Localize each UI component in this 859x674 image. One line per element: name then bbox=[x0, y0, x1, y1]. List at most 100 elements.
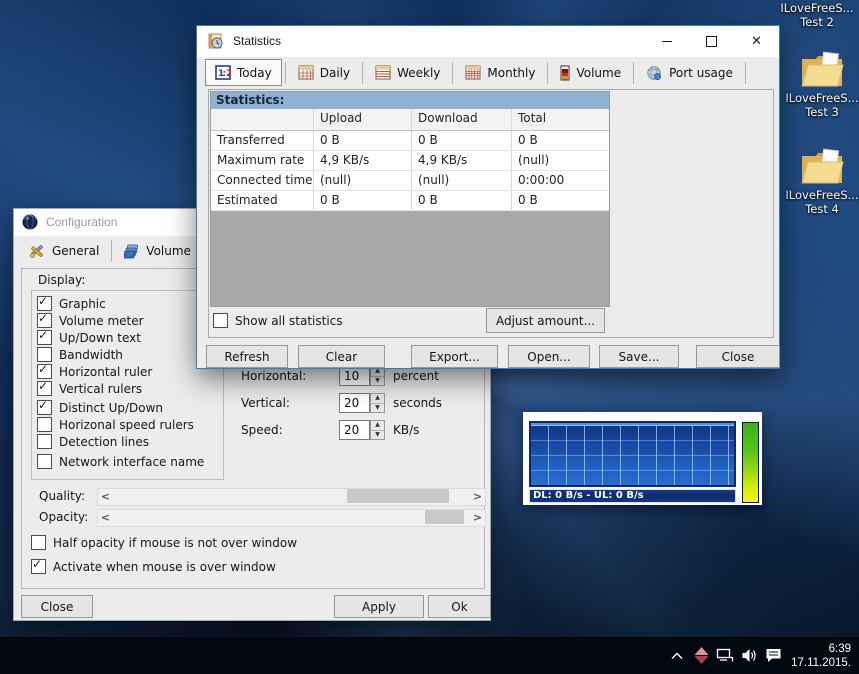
clock-time: 6:39 bbox=[791, 642, 851, 656]
vertical-value[interactable]: 20 bbox=[339, 393, 370, 413]
tab-volume[interactable]: Volume bbox=[551, 60, 630, 85]
checkbox-detection-lines[interactable]: Detection lines bbox=[37, 434, 149, 449]
tab-daily[interactable]: Daily bbox=[289, 60, 359, 85]
system-tray: 6:39 17.11.2015. bbox=[665, 637, 859, 674]
checkbox-show-all-statistics[interactable]: Show all statistics bbox=[213, 313, 343, 328]
checkbox-activate-on-hover[interactable]: Activate when mouse is over window bbox=[31, 559, 276, 574]
checkbox[interactable] bbox=[37, 417, 52, 432]
desktop-icon-test3[interactable]: ILoveFreeS...Test 3 bbox=[777, 50, 859, 119]
checkbox-distinct-updown[interactable]: Distinct Up/Down bbox=[37, 400, 163, 415]
horizontal-stepper[interactable]: ▲▼ bbox=[370, 366, 385, 386]
tab-monthly[interactable]: Monthly bbox=[456, 60, 544, 85]
desktop-icon-test2[interactable]: ILoveFreeS...Test 2 bbox=[772, 1, 859, 29]
refresh-button[interactable]: Refresh bbox=[206, 345, 288, 368]
checkbox-half-opacity[interactable]: Half opacity if mouse is not over window bbox=[31, 535, 297, 550]
taskbar-clock[interactable]: 6:39 17.11.2015. bbox=[785, 642, 859, 670]
apply-button[interactable]: Apply bbox=[334, 595, 424, 618]
speed-stepper[interactable]: ▲▼ bbox=[370, 420, 385, 440]
updown-diamond-icon bbox=[694, 647, 709, 664]
calendar-weekly-icon bbox=[375, 65, 391, 80]
display-label: Display: bbox=[38, 273, 85, 287]
minimize-button[interactable] bbox=[644, 26, 689, 57]
slider-right-arrow-icon[interactable]: > bbox=[470, 489, 485, 503]
speaker-icon bbox=[741, 648, 758, 663]
tab-volume[interactable]: Volume bbox=[115, 239, 200, 264]
notification-icon bbox=[765, 648, 782, 663]
opacity-label: Opacity: bbox=[39, 510, 88, 524]
tab-general[interactable]: General bbox=[20, 239, 108, 264]
checkbox[interactable] bbox=[31, 559, 46, 574]
tab-today[interactable]: 1 :2 Today bbox=[205, 59, 282, 86]
tab-separator bbox=[745, 62, 746, 84]
tray-network[interactable] bbox=[713, 637, 737, 674]
globe-icon bbox=[646, 65, 663, 81]
checkbox[interactable] bbox=[37, 330, 52, 345]
column-header: Download bbox=[412, 109, 512, 130]
horizontal-value[interactable]: 10 bbox=[339, 366, 370, 386]
checkbox[interactable] bbox=[37, 454, 52, 469]
checkbox-vertical-rulers[interactable]: Vertical rulers bbox=[37, 381, 142, 396]
column-header: Total bbox=[512, 109, 609, 130]
quality-slider-thumb[interactable] bbox=[347, 489, 449, 503]
traffic-graph bbox=[529, 421, 736, 487]
checkbox[interactable] bbox=[213, 313, 228, 328]
slider-left-arrow-icon[interactable]: < bbox=[98, 510, 113, 524]
adjust-amount-button[interactable]: Adjust amount... bbox=[486, 308, 605, 333]
tray-volume[interactable] bbox=[737, 637, 761, 674]
tray-netmonitor-app[interactable] bbox=[689, 637, 713, 674]
window-title: Configuration bbox=[46, 215, 117, 229]
checkbox[interactable] bbox=[37, 364, 52, 379]
checkbox[interactable] bbox=[37, 347, 52, 362]
traffic-widget[interactable]: DL: 0 B/s - UL: 0 B/s bbox=[523, 412, 762, 505]
slider-left-arrow-icon[interactable]: < bbox=[98, 489, 113, 503]
tab-weekly[interactable]: Weekly bbox=[366, 60, 449, 85]
vertical-stepper[interactable]: ▲▼ bbox=[370, 393, 385, 413]
close-window-button[interactable]: ✕ bbox=[734, 26, 779, 57]
quality-slider[interactable]: < > bbox=[97, 488, 486, 506]
folder-icon bbox=[799, 50, 845, 88]
chevron-up-icon bbox=[671, 652, 683, 660]
tray-action-center[interactable] bbox=[761, 637, 785, 674]
window-title: Statistics bbox=[233, 34, 281, 48]
tab-port-usage[interactable]: Port usage bbox=[637, 60, 742, 85]
save-button[interactable]: Save... bbox=[599, 345, 679, 368]
down-arrow-icon: ▼ bbox=[371, 377, 384, 386]
calendar-daily-icon bbox=[298, 65, 314, 80]
checkbox[interactable] bbox=[37, 400, 52, 415]
clear-button[interactable]: Clear bbox=[298, 345, 385, 368]
checkbox[interactable] bbox=[37, 296, 52, 311]
speed-value[interactable]: 20 bbox=[339, 420, 370, 440]
desktop-icon-label: ILoveFreeS...Test 2 bbox=[772, 1, 859, 29]
ok-button[interactable]: Ok bbox=[428, 595, 491, 618]
table-row: Transferred 0 B 0 B 0 B bbox=[211, 131, 609, 151]
checkbox[interactable] bbox=[37, 434, 52, 449]
checkbox-bandwidth[interactable]: Bandwidth bbox=[37, 347, 123, 362]
maximize-button[interactable] bbox=[689, 26, 734, 57]
checkbox-graphic[interactable]: Graphic bbox=[37, 296, 106, 311]
config-close-button[interactable]: Close bbox=[21, 595, 93, 618]
globe-dark-icon bbox=[22, 214, 38, 234]
checkbox-network-interface-name[interactable]: Network interface name bbox=[37, 454, 204, 469]
checkbox-horizonal-speed-rulers[interactable]: Horizonal speed rulers bbox=[37, 417, 194, 432]
slider-right-arrow-icon[interactable]: > bbox=[470, 510, 485, 524]
stats-titlebar[interactable]: Statistics ✕ bbox=[197, 26, 779, 57]
stats-close-button[interactable]: Close bbox=[696, 345, 780, 368]
tab-separator bbox=[633, 62, 634, 84]
checkbox-volume-meter[interactable]: Volume meter bbox=[37, 313, 144, 328]
statistics-clock-page-icon bbox=[207, 33, 224, 54]
export-button[interactable]: Export... bbox=[411, 345, 498, 368]
desktop-icon-test4[interactable]: ILoveFreeS...Test 4 bbox=[777, 147, 859, 216]
opacity-slider-thumb[interactable] bbox=[425, 510, 464, 524]
tray-expand-chevron[interactable] bbox=[665, 637, 689, 674]
checkbox[interactable] bbox=[37, 313, 52, 328]
checkbox-horizontal-ruler[interactable]: Horizontal ruler bbox=[37, 364, 152, 379]
open-button[interactable]: Open... bbox=[508, 345, 590, 368]
checkbox-updown-text[interactable]: Up/Down text bbox=[37, 330, 141, 345]
speed-unit: KB/s bbox=[393, 423, 419, 437]
stats-groupbox: Statistics: Upload Download Total Transf… bbox=[208, 89, 774, 338]
minimize-icon bbox=[662, 41, 672, 42]
checkbox[interactable] bbox=[37, 381, 52, 396]
opacity-slider[interactable]: < > bbox=[97, 509, 486, 527]
graph-ruler-line bbox=[531, 423, 734, 426]
checkbox[interactable] bbox=[31, 535, 46, 550]
